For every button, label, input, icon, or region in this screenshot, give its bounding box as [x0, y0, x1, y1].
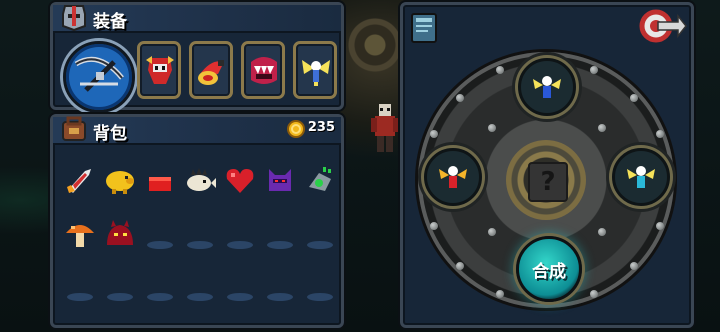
golden-winged-fairy-icon	[302, 60, 330, 86]
material-slot-right[interactable]	[612, 148, 670, 206]
equipment-slot-2[interactable]	[189, 41, 233, 99]
orange-mushroom-icon	[66, 225, 94, 247]
bag-panel: 背包 235	[50, 114, 344, 328]
empty-bag-slot[interactable]	[187, 293, 213, 301]
empty-bag-slot[interactable]	[227, 241, 253, 249]
fanged-mouth-trap-icon	[251, 57, 277, 84]
empty-bag-slot[interactable]	[227, 293, 253, 301]
bag-item-1[interactable]	[63, 163, 97, 197]
gold-coin-icon	[287, 120, 305, 138]
wheel-rivet	[496, 66, 504, 74]
equipment-slot-3[interactable]	[241, 41, 285, 99]
equipment-panel: 装备	[50, 2, 344, 113]
red-rocket-icon	[67, 169, 91, 193]
red-demon-blob-icon	[107, 220, 133, 245]
red-heart-icon	[226, 169, 254, 193]
wheel-rivet	[496, 290, 504, 298]
empty-bag-slot[interactable]	[107, 293, 133, 301]
golden-pig-icon	[106, 171, 134, 194]
purple-ninja-cat-icon	[269, 169, 291, 191]
empty-bag-slot[interactable]	[307, 293, 333, 301]
bag-title: 背包	[93, 124, 127, 144]
wheel-rivet	[590, 290, 598, 298]
result-slot: ?	[528, 162, 568, 202]
wheel-rivet	[456, 262, 464, 270]
red-block-icon	[149, 177, 171, 191]
wheel-rivet	[430, 130, 438, 138]
wheel-rivet	[590, 66, 598, 74]
bag-item-8[interactable]	[63, 217, 97, 251]
bag-item-9[interactable]	[103, 217, 137, 251]
bag-item-5[interactable]	[223, 163, 257, 197]
wheel-rivet	[488, 228, 496, 236]
bag-item-3[interactable]	[143, 163, 177, 197]
wheel-rivet	[430, 222, 438, 230]
backpack-icon	[62, 116, 86, 141]
bag-item-2[interactable]	[103, 163, 137, 197]
wheel-rivet	[630, 262, 638, 270]
wheel-rivet	[656, 130, 664, 138]
cyan-fairy-icon	[627, 166, 655, 188]
wheel-rivet	[656, 222, 664, 230]
empty-bag-slot[interactable]	[307, 241, 333, 249]
red-fairy-icon	[439, 166, 467, 188]
knight-helmet-icon	[62, 5, 86, 32]
wheel-rivet	[598, 228, 606, 236]
wheel-rivet	[598, 124, 606, 132]
green-robot-icon	[309, 167, 331, 191]
bag-item-4[interactable]	[183, 163, 217, 197]
material-slot-left[interactable]	[424, 148, 482, 206]
bag-header: 背包 235	[53, 116, 341, 145]
gold-amount: 235	[307, 120, 335, 135]
weapon-slot[interactable]	[63, 41, 135, 113]
empty-bag-slot[interactable]	[147, 241, 173, 249]
equipment-title: 装备	[93, 12, 127, 32]
material-slot-top[interactable]	[518, 58, 576, 116]
wheel-rivet	[488, 124, 496, 132]
blue-fairy-icon	[533, 76, 561, 98]
wheel-rivet	[630, 94, 638, 102]
result-unknown-mark: ?	[540, 167, 556, 197]
equipment-slot-4[interactable]	[293, 41, 337, 99]
red-knight-helmet-icon	[146, 56, 174, 84]
recipe-book-icon[interactable]	[410, 12, 438, 44]
synthesize-label: 合成	[532, 262, 566, 282]
empty-bag-slot[interactable]	[267, 293, 293, 301]
equipment-slot-1[interactable]	[137, 41, 181, 99]
player-character	[371, 104, 399, 152]
bag-item-7[interactable]	[303, 163, 337, 197]
crossbow-weapon-icon	[74, 56, 124, 92]
red-bomb-item-icon	[198, 60, 224, 85]
empty-bag-slot[interactable]	[147, 293, 173, 301]
empty-bag-slot[interactable]	[67, 293, 93, 301]
spiky-fish-icon	[187, 168, 216, 191]
empty-bag-slot[interactable]	[267, 241, 293, 249]
empty-bag-slot[interactable]	[187, 241, 213, 249]
synthesize-button[interactable]: 合成	[516, 236, 582, 302]
return-arrow-icon[interactable]	[638, 8, 688, 44]
background-ornament	[345, 10, 405, 80]
bag-item-6[interactable]	[263, 163, 297, 197]
wheel-rivet	[456, 94, 464, 102]
equipment-header: 装备	[53, 5, 341, 33]
